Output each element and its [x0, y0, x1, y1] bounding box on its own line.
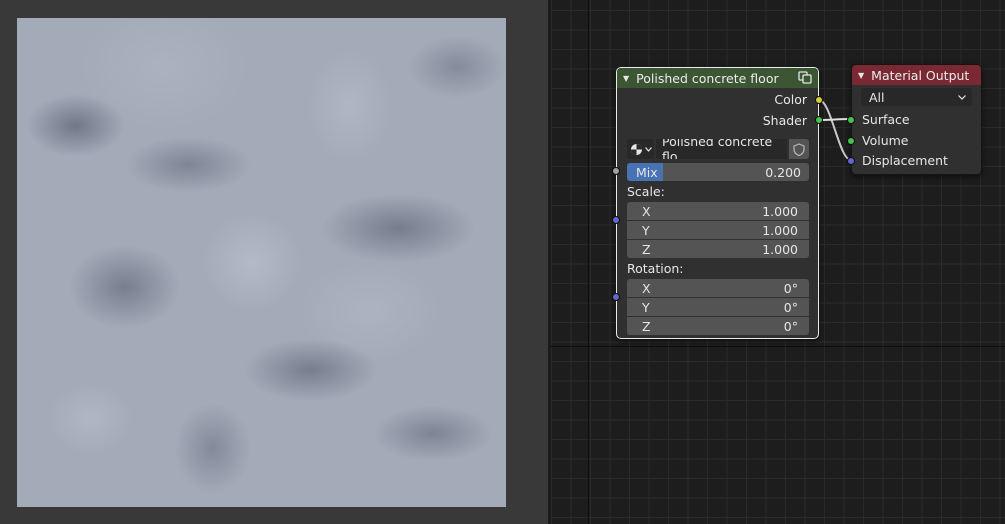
- input-surface-label: Surface: [862, 112, 910, 127]
- output-shader-socket[interactable]: [815, 116, 823, 124]
- rotation-z-label: Z: [642, 318, 651, 334]
- group-node-polished-concrete[interactable]: ▼ Polished concrete floor Color Shader P…: [612, 67, 823, 339]
- target-dropdown-value: All: [869, 89, 885, 105]
- rotation-x-field[interactable]: X 0°: [627, 279, 809, 297]
- link-color-displacement: [818, 99, 852, 161]
- mix-slider[interactable]: Mix 0.200: [627, 163, 809, 181]
- input-surface-socket[interactable]: [847, 116, 855, 124]
- rotation-y-label: Y: [642, 299, 650, 315]
- group-node-header[interactable]: ▼ Polished concrete floor: [617, 68, 818, 88]
- scale-x-field[interactable]: X 1.000: [627, 202, 809, 220]
- input-displacement-socket[interactable]: [847, 157, 855, 165]
- shield-icon: [793, 142, 805, 156]
- browse-node-tree-button[interactable]: [627, 139, 654, 159]
- target-dropdown[interactable]: All: [861, 88, 972, 106]
- rotation-z-field[interactable]: Z 0°: [627, 317, 809, 335]
- scale-label: Scale:: [627, 184, 665, 199]
- rotation-y-field[interactable]: Y 0°: [627, 298, 809, 316]
- node-tree-icon: [630, 143, 642, 155]
- node-tree-datablock: Polished concrete flo...: [627, 139, 809, 159]
- collapse-triangle-icon[interactable]: ▼: [858, 71, 864, 80]
- scale-y-value: 1.000: [762, 222, 798, 238]
- rotation-x-value: 0°: [783, 280, 798, 296]
- input-rotation-socket[interactable]: [612, 293, 620, 301]
- output-shader-label: Shader: [762, 113, 807, 128]
- chevron-down-icon: [958, 94, 966, 100]
- rotation-z-value: 0°: [783, 318, 798, 334]
- input-mix-socket[interactable]: [612, 167, 620, 175]
- input-scale-socket[interactable]: [612, 216, 620, 224]
- grid-axis-vertical: [588, 0, 589, 524]
- rotation-x-label: X: [642, 280, 651, 296]
- scale-x-value: 1.000: [762, 203, 798, 219]
- scale-y-field[interactable]: Y 1.000: [627, 221, 809, 239]
- scale-z-field[interactable]: Z 1.000: [627, 240, 809, 258]
- scale-z-label: Z: [642, 241, 651, 257]
- scale-y-label: Y: [642, 222, 650, 238]
- fake-user-button[interactable]: [789, 139, 809, 159]
- input-volume-socket[interactable]: [847, 137, 855, 145]
- grid-axis-horizontal: [551, 346, 1005, 347]
- node-group-icon[interactable]: [798, 71, 812, 84]
- texture-preview-image: [17, 18, 506, 507]
- scale-x-label: X: [642, 203, 651, 219]
- material-output-header[interactable]: ▼ Material Output: [852, 65, 981, 85]
- collapse-triangle-icon[interactable]: ▼: [623, 74, 629, 83]
- chevron-down-icon: [644, 146, 652, 152]
- scale-z-value: 1.000: [762, 241, 798, 257]
- rotation-y-value: 0°: [783, 299, 798, 315]
- node-editor[interactable]: ▼ Polished concrete floor Color Shader P…: [551, 0, 1005, 524]
- material-output-node[interactable]: ▼ Material Output All Surface Volume Dis…: [847, 64, 982, 175]
- mix-value: 0.200: [765, 164, 801, 180]
- output-color-label: Color: [774, 92, 807, 107]
- material-output-title: Material Output: [871, 67, 970, 83]
- rotation-label: Rotation:: [627, 261, 684, 276]
- output-color-socket[interactable]: [815, 96, 823, 104]
- node-tree-name-field[interactable]: Polished concrete flo...: [656, 139, 787, 159]
- group-node-title: Polished concrete floor: [636, 70, 779, 86]
- input-displacement-label: Displacement: [862, 153, 948, 168]
- input-volume-label: Volume: [862, 133, 909, 148]
- mix-label: Mix: [636, 164, 658, 180]
- texture-preview-panel: [0, 0, 548, 524]
